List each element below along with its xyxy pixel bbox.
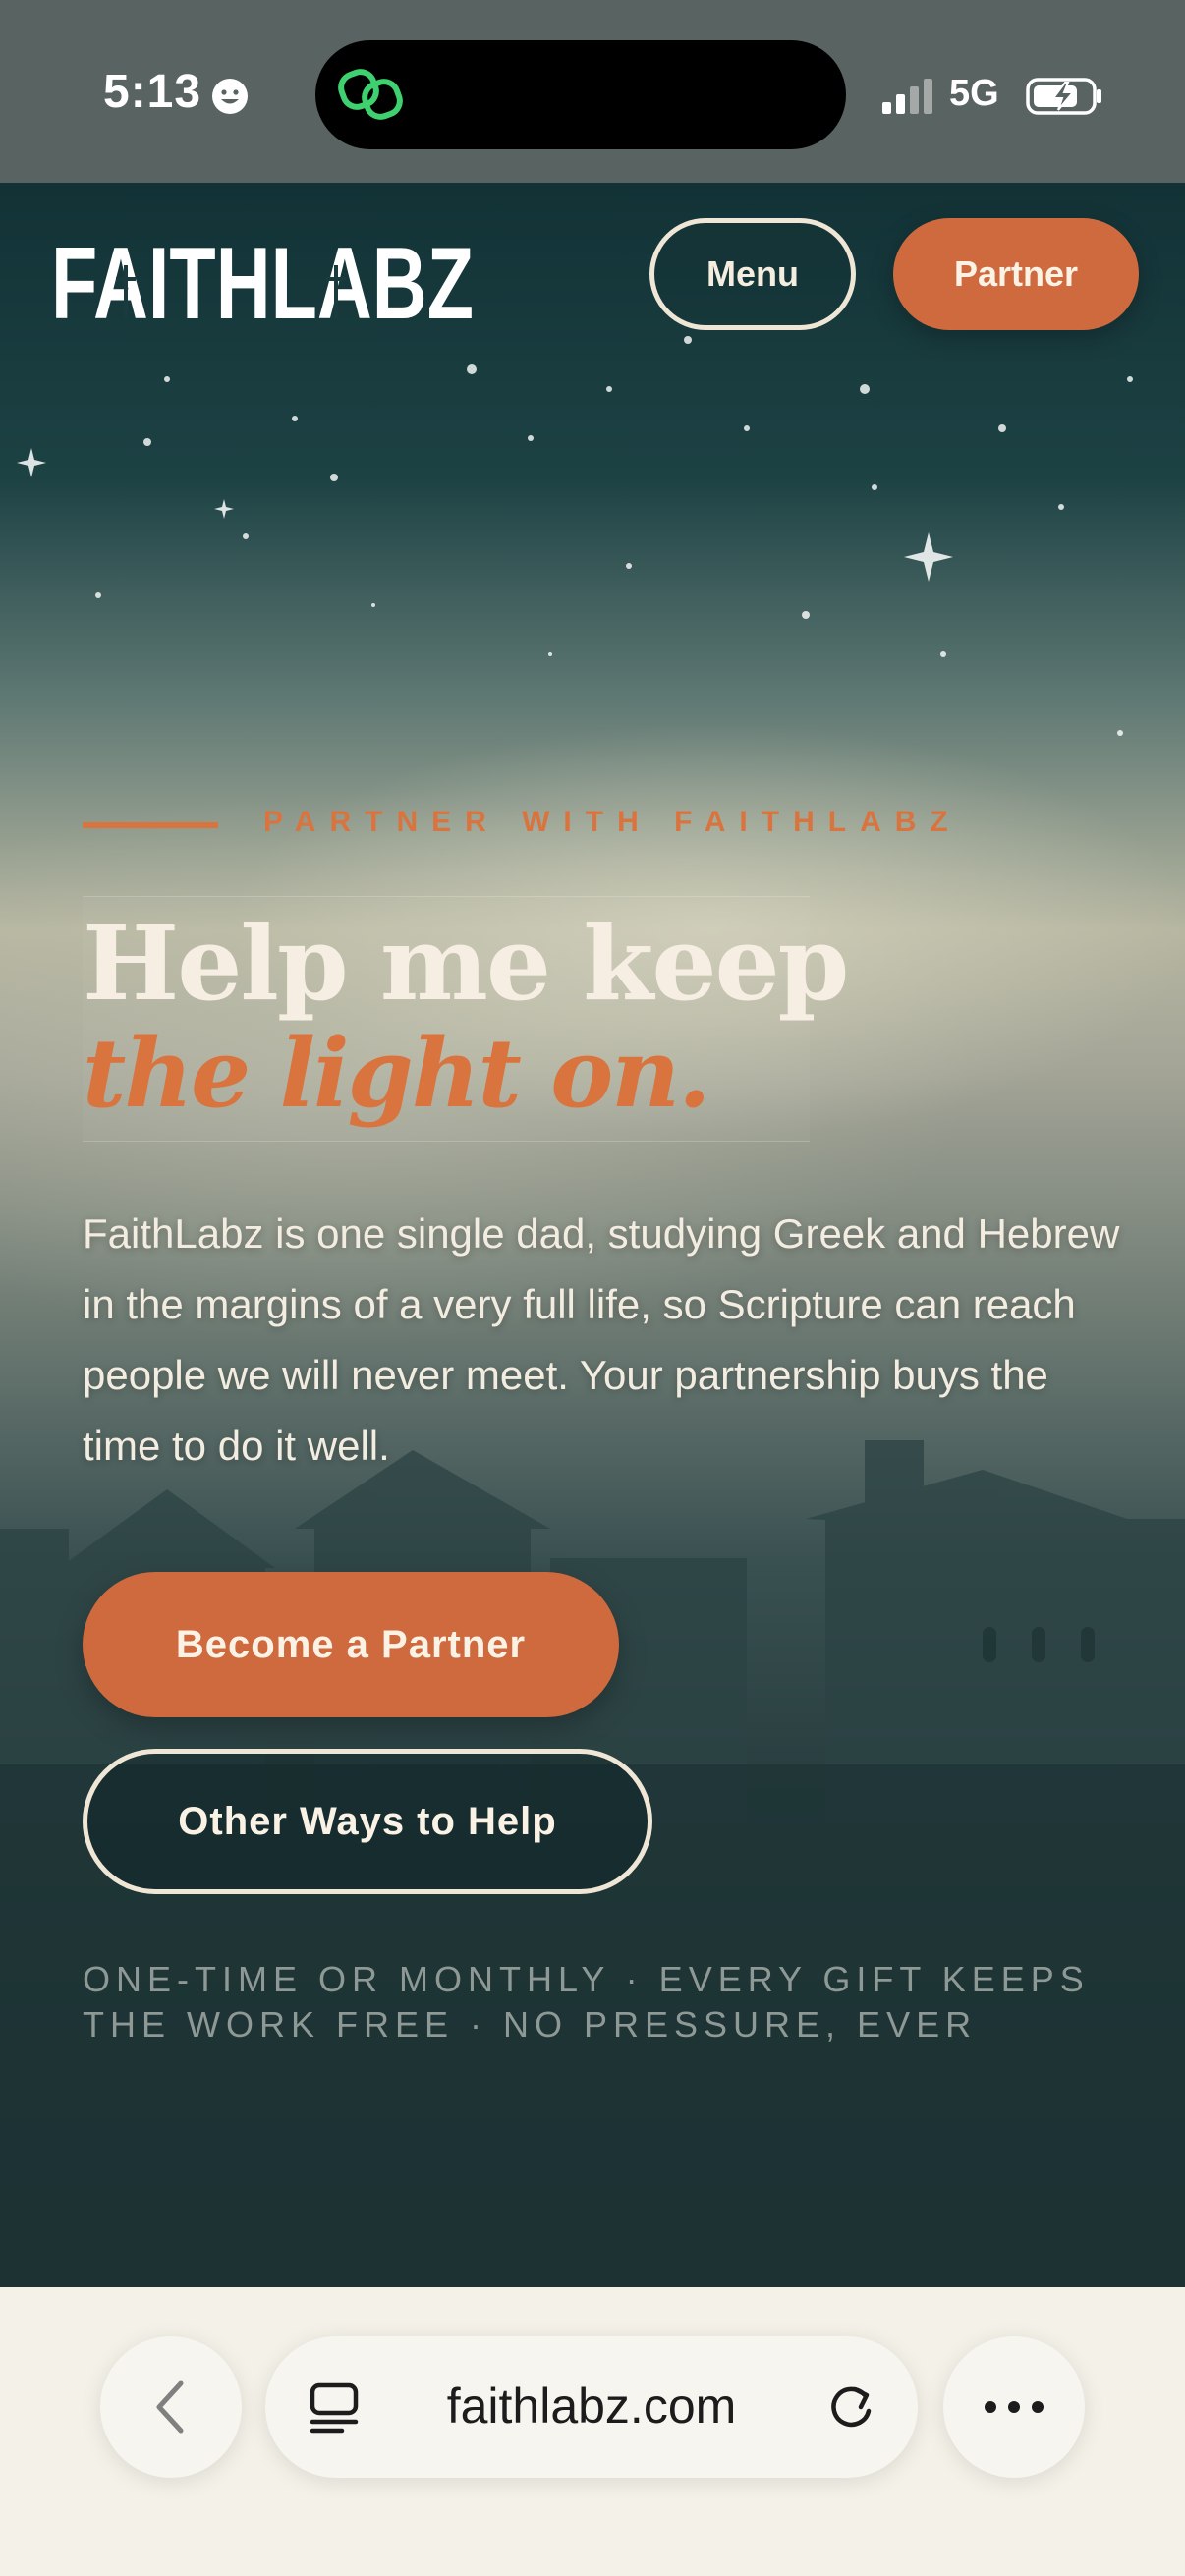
faithlabz-logo[interactable]: FAITHLABZ [51,232,474,326]
more-button[interactable] [943,2336,1085,2478]
become-partner-button[interactable]: Become a Partner [83,1572,619,1717]
menu-button[interactable]: Menu [649,218,856,330]
url-text: faithlabz.com [446,2379,737,2434]
partner-nav-button[interactable]: Partner [893,218,1139,330]
status-bar: 5:13 5G [0,0,1185,183]
headline-line-1: Help me keep [83,903,849,1024]
status-time: 5:13 [103,66,202,118]
eyebrow-label: PARTNER WITH FAITHLABZ [263,806,962,838]
battery-charging-icon [1026,78,1101,115]
eyebrow-divider [83,822,218,828]
hero-section: FAITHLABZ Menu Partner PARTNER WITH FAIT… [0,183,1185,2287]
back-button[interactable] [100,2336,242,2478]
other-ways-to-help-button[interactable]: Other Ways to Help [83,1749,652,1894]
headline-line-2: the light on. [83,1018,711,1129]
giving-footnote: ONE-TIME OR MONTHLY · EVERY GIFT KEEPS T… [83,1959,1090,2044]
more-icon [985,2401,1044,2413]
address-bar[interactable]: faithlabz.com [265,2336,918,2478]
chevron-left-icon [156,2380,184,2434]
hero-description: FaithLabz is one single dad, studying Gr… [83,1210,1120,1469]
network-label: 5G [949,73,999,114]
browser-toolbar: faithlabz.com [0,2287,1185,2576]
svg-text:FAITHLABZ: FAITHLABZ [51,232,474,326]
signal-icon [882,79,932,114]
reload-icon[interactable] [825,2381,876,2433]
link-icon [338,69,403,120]
face-icon [212,79,248,114]
